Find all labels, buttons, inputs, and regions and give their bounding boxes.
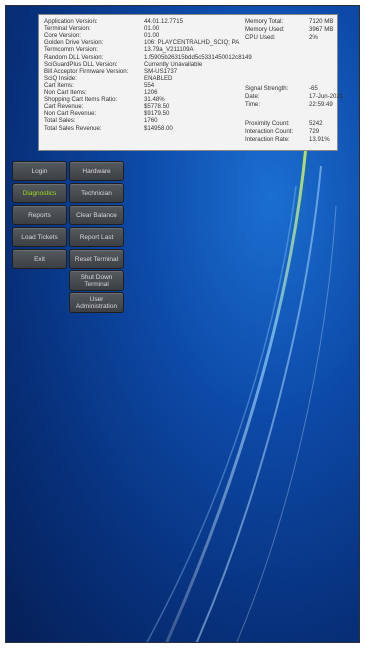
clear-balance-button[interactable]: Clear Balance <box>69 205 124 225</box>
info-value: -65 <box>309 85 318 92</box>
info-value: 17-Jun-2021 <box>309 93 344 100</box>
info-value: 31.48% <box>144 96 165 104</box>
info-label: CPU Used: <box>245 34 276 41</box>
info-value: 5242 <box>309 120 323 127</box>
diagnostics-button[interactable]: Diagnostics <box>12 183 67 203</box>
hardware-button[interactable]: Hardware <box>69 161 124 181</box>
info-label: Signal Strength: <box>245 85 289 92</box>
info-label: SciQ Inside: <box>44 74 77 82</box>
reset-terminal-button[interactable]: Reset Terminal <box>69 249 124 269</box>
info-label: Bill Acceptor Firmware Version: <box>44 67 129 75</box>
info-value: $9179.50 <box>144 110 170 118</box>
info-label: Termcomm Version: <box>44 46 98 54</box>
info-label: Golden Drive Version: <box>44 39 104 47</box>
info-value: ENABLED <box>144 74 173 82</box>
desktop-background: Application Version: 44.01.12.7715 Termina… <box>5 5 360 643</box>
info-label: Total Sales: <box>44 117 76 125</box>
info-label: Non Cart Revenue: <box>44 110 97 118</box>
info-value: 554 <box>144 81 155 89</box>
technician-button[interactable]: Technician <box>69 183 124 203</box>
info-label: Shopping Cart Items Ratio: <box>44 96 118 104</box>
info-value: 22:59:49 <box>309 101 333 108</box>
info-value: 729 <box>309 128 320 135</box>
info-value: 01.00 <box>144 25 160 33</box>
info-label: Cart Items: <box>44 81 74 89</box>
info-value: 3967 MB <box>309 26 334 33</box>
user-administration-button[interactable]: User Administration <box>69 292 124 313</box>
info-label: Interaction Count: <box>245 128 294 135</box>
shut-down-terminal-button[interactable]: Shut Down Terminal <box>69 270 124 291</box>
info-value: 7120 MB <box>309 18 334 25</box>
info-value: 1760 <box>144 117 158 125</box>
info-value: Currently Unavailable <box>144 60 203 68</box>
info-value: 1206 <box>144 89 158 96</box>
info-value: 01.00 <box>144 32 160 40</box>
info-label: Terminal Version: <box>44 25 91 33</box>
info-label: Interaction Rate: <box>245 136 290 143</box>
info-value: SM-US1737 <box>144 67 178 75</box>
info-label: Memory Used: <box>245 26 285 33</box>
exit-button[interactable]: Exit <box>12 249 67 269</box>
reports-button[interactable]: Reports <box>12 205 67 225</box>
info-value: 13.91% <box>309 136 330 143</box>
info-label: Core Version: <box>44 32 81 40</box>
info-label: Application Version: <box>44 18 98 25</box>
login-button[interactable]: Login <box>12 161 67 181</box>
info-label: SciGuardPlus DLL Version: <box>44 60 118 68</box>
info-value: 1.f5905b26315bdd5c5331450012c8149 <box>144 53 252 61</box>
report-last-button[interactable]: Report Last <box>69 227 124 247</box>
info-value: 13.79a_V211109A <box>144 46 194 54</box>
info-value: 44.01.12.7715 <box>144 18 183 25</box>
system-info-panel: Application Version: 44.01.12.7715 Termina… <box>38 14 343 151</box>
load-tickets-button[interactable]: Load Tickets <box>12 227 67 247</box>
info-value: $5778.50 <box>144 103 170 111</box>
info-value: 2% <box>309 34 318 41</box>
info-label: Random DLL Version: <box>44 53 104 61</box>
info-value: 106: PLAYCENTRALHD_SCIQ; PA <box>144 39 240 47</box>
info-label: Memory Total: <box>245 18 284 25</box>
info-label: Cart Revenue: <box>44 103 84 111</box>
info-label: Total Sales Revenue: <box>44 124 102 132</box>
info-label: Non Cart Items: <box>44 89 87 96</box>
info-label: Date: <box>245 93 260 100</box>
info-value: $14958.00 <box>144 124 173 132</box>
info-label: Proximity Count: <box>245 120 290 127</box>
info-label: Time: <box>245 101 261 108</box>
